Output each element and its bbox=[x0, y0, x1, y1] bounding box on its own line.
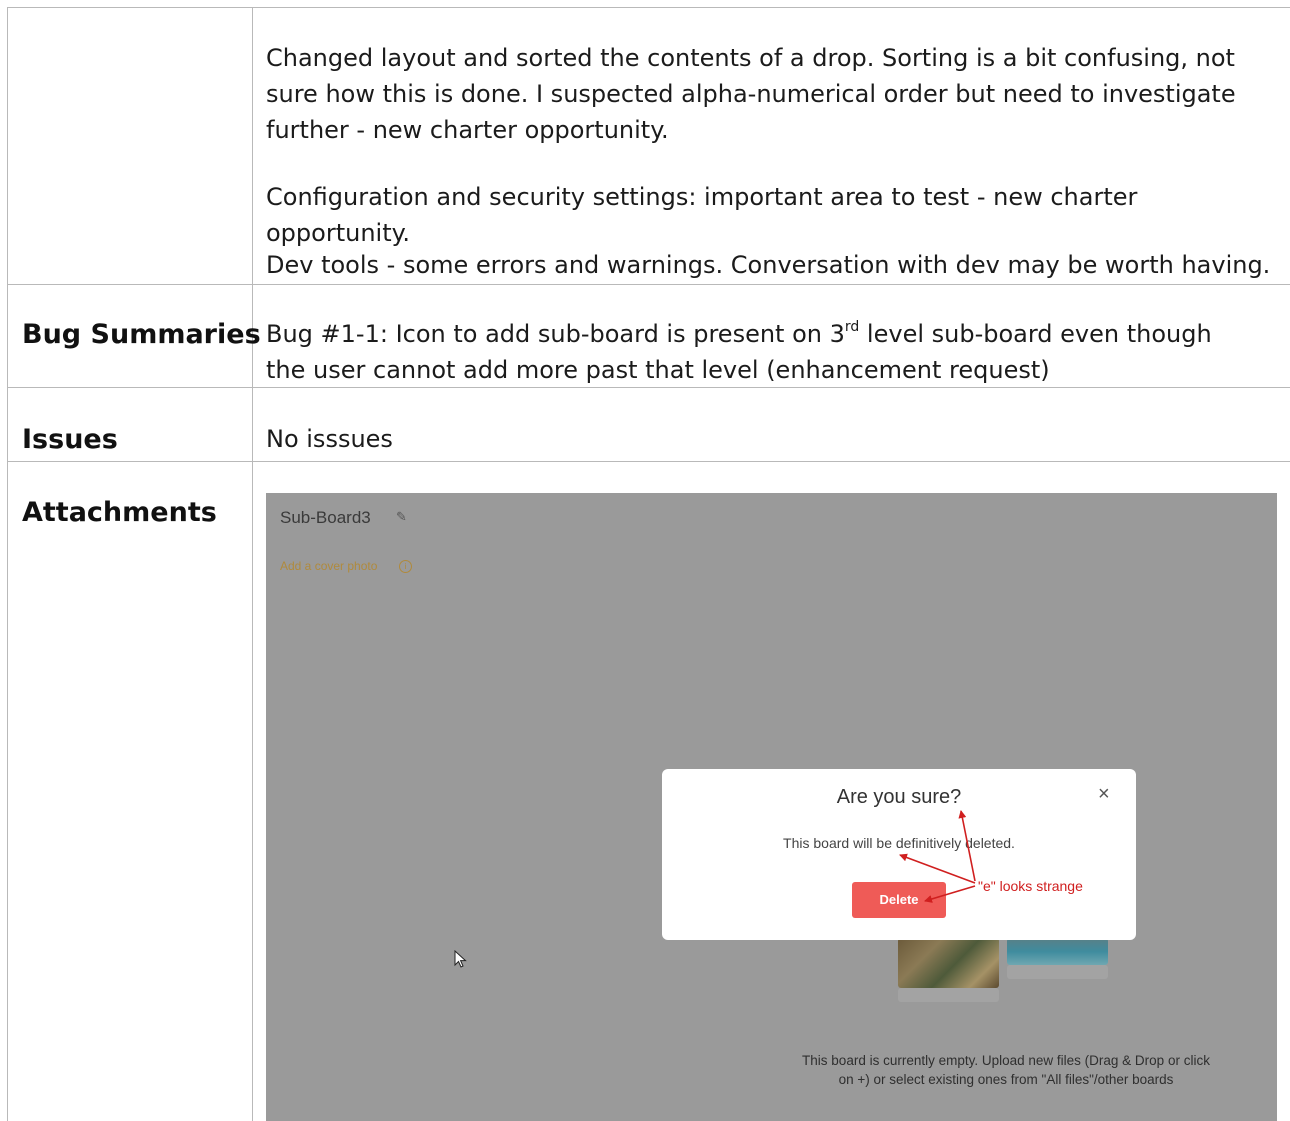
bug-summary-superscript: rd bbox=[844, 319, 860, 335]
document-page: Changed layout and sorted the contents o… bbox=[0, 0, 1290, 1121]
attachment-screenshot: Sub-Board3 ✎ Add a cover photo i This bo… bbox=[266, 493, 1277, 1121]
arrow-to-delete bbox=[924, 885, 976, 903]
issues-text: No isssues bbox=[266, 425, 393, 453]
table-column-divider bbox=[252, 7, 253, 1121]
row-divider-notes bbox=[7, 284, 1290, 285]
bug-summaries-label: Bug Summaries bbox=[22, 319, 261, 350]
issues-label: Issues bbox=[22, 424, 118, 455]
notes-paragraph-2: Configuration and security settings: imp… bbox=[266, 183, 1138, 247]
table-border-top bbox=[7, 7, 1290, 8]
notes-paragraph-1: Changed layout and sorted the contents o… bbox=[266, 44, 1236, 144]
arrow-to-message bbox=[899, 853, 976, 884]
table-border-left bbox=[7, 7, 8, 1121]
notes-paragraph-3: Dev tools - some errors and warnings. Co… bbox=[266, 251, 1271, 279]
bug-summary-text: Bug #1-1: Icon to add sub-board is prese… bbox=[266, 316, 1256, 388]
arrow-to-title bbox=[958, 810, 976, 882]
attachments-label: Attachments bbox=[22, 497, 217, 528]
annotation-arrows bbox=[899, 810, 976, 903]
row-divider-issues bbox=[7, 461, 1290, 462]
bug-summary-text-start: Bug #1-1: Icon to add sub-board is prese… bbox=[266, 320, 845, 348]
